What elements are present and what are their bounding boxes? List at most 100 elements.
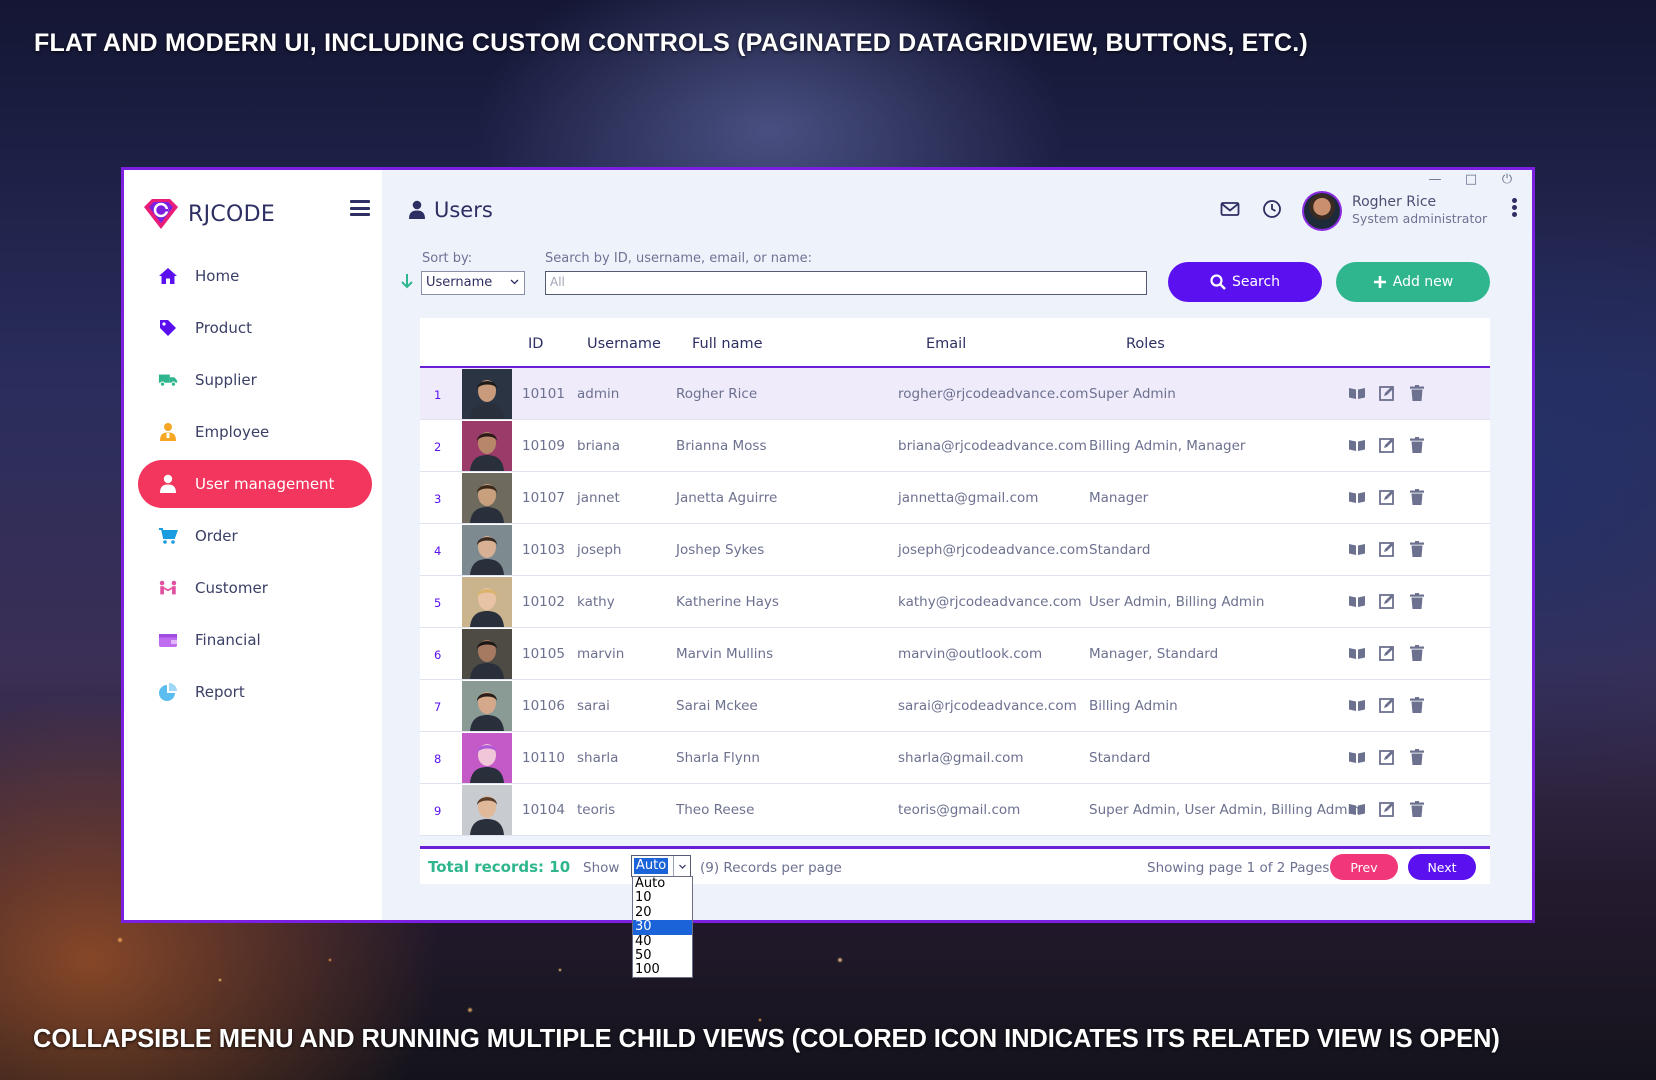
sort-select[interactable]: Username [421, 271, 525, 295]
view-details-icon[interactable] [1348, 644, 1366, 662]
page-size-select[interactable]: Auto [631, 855, 691, 877]
table-row[interactable]: 6 10105 marvin Marvin Mullins marvin@outlook… [420, 628, 1490, 680]
edit-icon[interactable] [1378, 800, 1396, 818]
column-header-id[interactable]: ID [528, 336, 543, 352]
records-per-page: (9) Records per page [700, 860, 842, 876]
brand-name: RJCODE [188, 201, 276, 227]
table-row[interactable]: 3 10107 jannet Janetta Aguirre jannetta@gmai… [420, 472, 1490, 524]
sidebar-item-report[interactable]: Report [138, 668, 372, 716]
page-size-option[interactable]: 100 [633, 962, 692, 977]
cell-roles: Standard [1089, 750, 1151, 766]
column-header-fullname[interactable]: Full name [692, 336, 763, 352]
sidebar-item-order[interactable]: Order [138, 512, 372, 560]
page-size-option[interactable]: 30 [633, 919, 692, 935]
table-row[interactable]: 4 10103 joseph Joshep Sykes joseph@rjcodeadv… [420, 524, 1490, 576]
sidebar-item-employee[interactable]: Employee [138, 408, 372, 456]
page-size-option[interactable]: Auto [633, 876, 692, 891]
edit-icon[interactable] [1378, 748, 1396, 766]
search-input[interactable]: All [545, 271, 1147, 295]
delete-icon[interactable] [1408, 592, 1426, 610]
view-details-icon[interactable] [1348, 384, 1366, 402]
next-button[interactable]: Next [1408, 854, 1476, 880]
cell-roles: Standard [1089, 542, 1151, 558]
cell-username: briana [577, 438, 620, 454]
sidebar-item-customer[interactable]: Customer [138, 564, 372, 612]
sidebar-item-product[interactable]: Product [138, 304, 372, 352]
view-details-icon[interactable] [1348, 748, 1366, 766]
cell-fullname: Rogher Rice [676, 386, 758, 402]
sidebar-item-label: Product [195, 319, 252, 337]
user-photo [462, 629, 512, 679]
maximize-icon[interactable]: □ [1462, 170, 1480, 188]
cell-username: teoris [577, 802, 616, 818]
table-row[interactable]: 7 10106 sarai Sarai Mckee sarai@rjcodeadvanc… [420, 680, 1490, 732]
more-options-icon[interactable] [1510, 198, 1518, 220]
row-number: 5 [434, 596, 442, 610]
page-size-option[interactable]: 50 [633, 948, 692, 963]
sort-direction-icon[interactable] [400, 273, 414, 289]
view-details-icon[interactable] [1348, 800, 1366, 818]
view-details-icon[interactable] [1348, 488, 1366, 506]
cell-email: briana@rjcodeadvance.com [898, 438, 1087, 454]
cell-id: 10102 [522, 594, 565, 610]
edit-icon[interactable] [1378, 384, 1396, 402]
sidebar-item-label: Customer [195, 579, 268, 597]
chevron-down-icon[interactable] [673, 856, 690, 876]
edit-icon[interactable] [1378, 696, 1396, 714]
edit-icon[interactable] [1378, 436, 1396, 454]
sidebar-item-home[interactable]: Home [138, 252, 372, 300]
column-header-username[interactable]: Username [587, 336, 661, 352]
delete-icon[interactable] [1408, 800, 1426, 818]
delete-icon[interactable] [1408, 748, 1426, 766]
minimize-icon[interactable]: — [1426, 170, 1444, 188]
edit-icon[interactable] [1378, 592, 1396, 610]
delete-icon[interactable] [1408, 540, 1426, 558]
view-details-icon[interactable] [1348, 436, 1366, 454]
cell-id: 10106 [522, 698, 565, 714]
table-row[interactable]: 1 10101 admin Rogher Rice rogher@rjcodeadvan… [420, 368, 1490, 420]
table-row[interactable]: 5 10102 kathy Katherine Hays kathy@rjcodeadv… [420, 576, 1490, 628]
edit-icon[interactable] [1378, 488, 1396, 506]
tag-icon [158, 318, 178, 338]
total-records: Total records: 10 [428, 858, 571, 876]
cell-fullname: Sharla Flynn [676, 750, 760, 766]
delete-icon[interactable] [1408, 384, 1426, 402]
view-details-icon[interactable] [1348, 696, 1366, 714]
sidebar-item-label: Order [195, 527, 238, 545]
edit-icon[interactable] [1378, 540, 1396, 558]
menu-toggle-icon[interactable] [350, 200, 370, 216]
avatar[interactable] [1302, 191, 1342, 231]
window-controls: — □ ⏻ [1426, 170, 1516, 188]
page-size-option[interactable]: 10 [633, 890, 692, 905]
clock-icon[interactable] [1261, 198, 1283, 220]
page-size-option[interactable]: 20 [633, 905, 692, 920]
column-header-email[interactable]: Email [926, 336, 966, 352]
prev-button[interactable]: Prev [1330, 854, 1398, 880]
delete-icon[interactable] [1408, 644, 1426, 662]
view-details-icon[interactable] [1348, 592, 1366, 610]
diamond-logo-icon [144, 199, 178, 229]
delete-icon[interactable] [1408, 696, 1426, 714]
page-size-option[interactable]: 40 [633, 934, 692, 949]
table-row[interactable]: 8 10110 sharla Sharla Flynn sharla@gmail.com… [420, 732, 1490, 784]
table-row[interactable]: 9 10104 teoris Theo Reese teoris@gmail.com Su… [420, 784, 1490, 836]
page-size-value: Auto [634, 858, 669, 874]
delete-icon[interactable] [1408, 488, 1426, 506]
sidebar-item-user-management[interactable]: User management [138, 460, 372, 508]
cell-id: 10101 [522, 386, 565, 402]
sidebar-item-label: Financial [195, 631, 261, 649]
table-row[interactable]: 2 10109 briana Brianna Moss briana@rjcodeadv… [420, 420, 1490, 472]
view-details-icon[interactable] [1348, 540, 1366, 558]
column-header-roles[interactable]: Roles [1126, 336, 1165, 352]
add-new-button[interactable]: Add new [1336, 262, 1490, 302]
cell-email: teoris@gmail.com [898, 802, 1021, 818]
user-icon [409, 200, 425, 219]
delete-icon[interactable] [1408, 436, 1426, 454]
mail-icon[interactable] [1219, 198, 1241, 220]
edit-icon[interactable] [1378, 644, 1396, 662]
power-icon[interactable]: ⏻ [1498, 170, 1516, 188]
cell-fullname: Sarai Mckee [676, 698, 758, 714]
sidebar-item-supplier[interactable]: Supplier [138, 356, 372, 404]
search-button[interactable]: Search [1168, 262, 1322, 302]
sidebar-item-financial[interactable]: Financial [138, 616, 372, 664]
